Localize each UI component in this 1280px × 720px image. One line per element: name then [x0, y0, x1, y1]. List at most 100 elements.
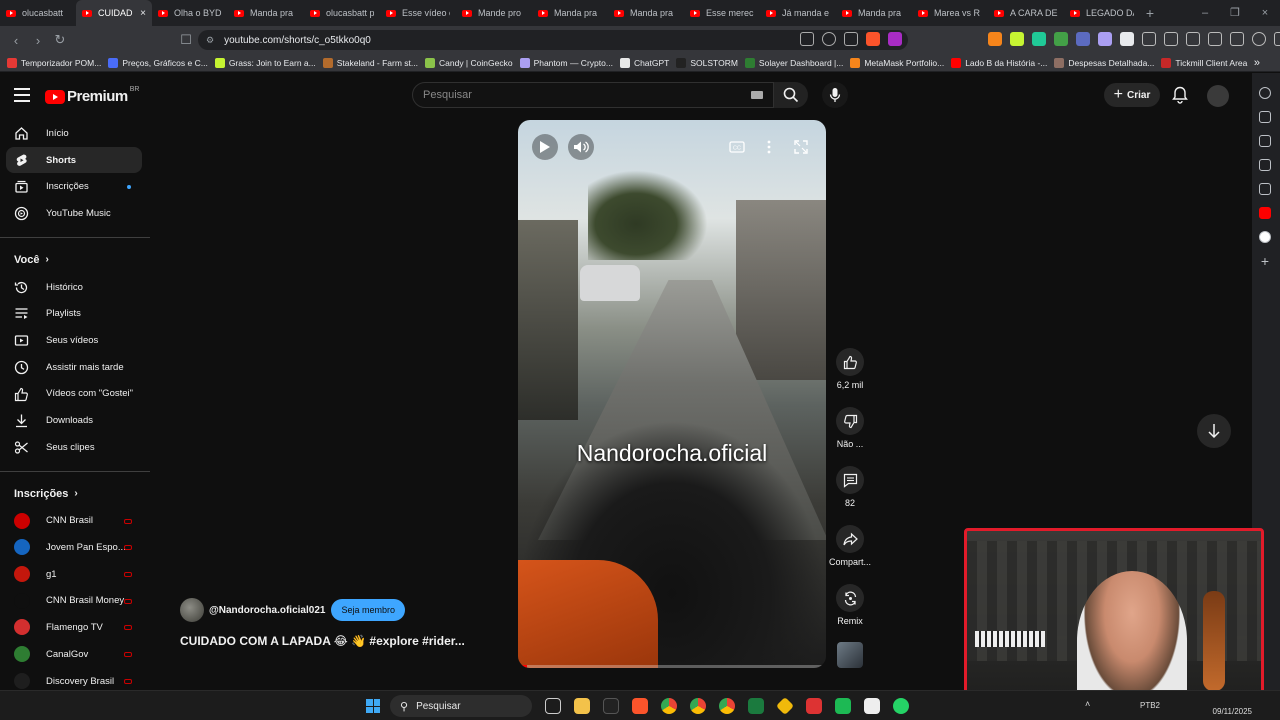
sidebar-item[interactable]: Histórico: [0, 274, 152, 301]
bookmark-item[interactable]: ChatGPT: [619, 57, 669, 68]
minimize-icon[interactable]: –: [1190, 0, 1220, 26]
puzzle-ext-icon[interactable]: [1142, 32, 1156, 46]
notifications-bell-icon[interactable]: [1172, 86, 1188, 109]
chrome-icon[interactable]: [690, 698, 706, 714]
bookmark-item[interactable]: Stakeland - Farm st...: [322, 57, 418, 68]
sound-thumbnail[interactable]: [837, 642, 863, 668]
browser-tab[interactable]: olucasbatt p: [304, 0, 380, 26]
vivaldi-icon[interactable]: [748, 698, 764, 714]
add-panel-icon[interactable]: +: [1259, 254, 1271, 268]
menu-kebab-icon[interactable]: [1274, 32, 1280, 46]
leo-ai-icon[interactable]: [1259, 87, 1271, 99]
sidebar-item[interactable]: Downloads: [0, 407, 152, 434]
subscriptions-section-header[interactable]: Inscrições ›: [0, 480, 152, 508]
bookmark-item[interactable]: SOLSTORM: [676, 57, 738, 68]
hamburger-menu-icon[interactable]: [14, 88, 30, 102]
browser-tab[interactable]: Manda pra: [836, 0, 912, 26]
history-panel-icon[interactable]: [1259, 159, 1271, 171]
bookmark-item[interactable]: Solayer Dashboard |...: [744, 57, 843, 68]
sidebar-item[interactable]: Playlists: [0, 300, 152, 327]
brave-browser-icon[interactable]: [632, 698, 648, 714]
reload-icon[interactable]: ↻: [50, 32, 70, 48]
diamond-ext-icon[interactable]: [1120, 32, 1134, 46]
browser-tab[interactable]: Marea vs R: [912, 0, 988, 26]
sidebar-item[interactable]: YouTube Music: [0, 200, 152, 227]
app-icon[interactable]: [835, 698, 851, 714]
video-progress-bar[interactable]: [518, 665, 826, 668]
brave-rewards-icon[interactable]: [888, 32, 902, 46]
maximize-icon[interactable]: ❐: [1220, 0, 1250, 26]
more-options-button[interactable]: [756, 134, 782, 160]
volume-button[interactable]: [568, 134, 594, 160]
browser-tab[interactable]: CUIDAD ×: [76, 0, 152, 26]
browser-tab[interactable]: Manda pra: [532, 0, 608, 26]
channel-avatar[interactable]: [180, 598, 204, 622]
chrome-icon[interactable]: [719, 698, 735, 714]
media-icon[interactable]: [1186, 32, 1200, 46]
app-icon[interactable]: [603, 698, 619, 714]
back-icon[interactable]: ‹: [6, 33, 26, 48]
bookmark-item[interactable]: Temporizador POM...: [7, 57, 101, 68]
site-info-icon[interactable]: ⚙: [206, 35, 214, 46]
app-icon[interactable]: [864, 698, 880, 714]
subscription-channel[interactable]: CNN Brasil: [0, 508, 152, 535]
sidebar-item[interactable]: Início: [0, 120, 152, 147]
browser-tab[interactable]: Mande pro: [456, 0, 532, 26]
fullscreen-button[interactable]: [788, 134, 814, 160]
new-tab-button[interactable]: +: [1140, 5, 1160, 21]
install-app-icon[interactable]: [800, 32, 814, 46]
sidepanel-icon[interactable]: [1208, 32, 1222, 46]
shield-ext-icon[interactable]: [1076, 32, 1090, 46]
share-button[interactable]: Compart...: [826, 525, 874, 567]
tray-chevron-icon[interactable]: ˄: [1085, 699, 1090, 709]
task-view-icon[interactable]: [545, 698, 561, 714]
bookmark-icon[interactable]: ☐: [176, 32, 196, 48]
grass-ext-icon[interactable]: [1010, 32, 1024, 46]
like-button[interactable]: 6,2 mil: [826, 348, 874, 390]
close-window-icon[interactable]: ×: [1250, 0, 1280, 26]
subscription-channel[interactable]: g1: [0, 561, 152, 588]
whatsapp-icon[interactable]: [893, 698, 909, 714]
close-tab-icon[interactable]: ×: [140, 8, 146, 19]
voice-search-button[interactable]: [822, 82, 848, 108]
bookmark-item[interactable]: Phantom — Crypto...: [519, 57, 613, 68]
bookmark-item[interactable]: Lado B da História -...: [951, 57, 1047, 68]
sidebar-item[interactable]: Seus clipes: [0, 434, 152, 461]
file-explorer-icon[interactable]: [574, 698, 590, 714]
green-ext-icon[interactable]: [1032, 32, 1046, 46]
browser-tab[interactable]: Já manda e: [760, 0, 836, 26]
browser-tab[interactable]: Olha o BYD: [152, 0, 228, 26]
more-bookmarks-icon[interactable]: »: [1254, 57, 1260, 69]
taskbar-search[interactable]: ⚲ Pesquisar: [390, 695, 532, 717]
w-ext-icon[interactable]: [1054, 32, 1068, 46]
join-member-button[interactable]: Seja membro: [331, 599, 405, 621]
sidebar-item[interactable]: Inscrições: [0, 173, 152, 200]
dislike-button[interactable]: Não ...: [826, 407, 874, 449]
create-button[interactable]: + Criar: [1104, 83, 1160, 107]
browser-tab[interactable]: Manda pra: [228, 0, 304, 26]
chrome-icon[interactable]: [661, 698, 677, 714]
bookmark-item[interactable]: Despesas Detalhada...: [1054, 57, 1154, 68]
keyboard-icon[interactable]: [751, 91, 763, 99]
next-short-button[interactable]: [1197, 414, 1231, 448]
binance-icon[interactable]: [775, 696, 795, 716]
captions-button[interactable]: CC: [724, 134, 750, 160]
subscription-channel[interactable]: CanalGov: [0, 641, 152, 668]
you-section-header[interactable]: Você ›: [0, 246, 152, 274]
shorts-video-player[interactable]: Nandorocha.oficial CC: [518, 120, 826, 668]
sidebar-item[interactable]: Assistir mais tarde: [0, 354, 152, 381]
youtube-panel-icon[interactable]: [1259, 207, 1271, 219]
sidebar-item[interactable]: Seus vídeos: [0, 327, 152, 354]
metamask-ext-icon[interactable]: [988, 32, 1002, 46]
subscription-channel[interactable]: Flamengo TV: [0, 614, 152, 641]
bookmark-item[interactable]: MetaMask Portfolio...: [850, 57, 944, 68]
app-icon[interactable]: [806, 698, 822, 714]
lens-icon[interactable]: [822, 32, 836, 46]
circle-panel-icon[interactable]: [1259, 231, 1271, 243]
browser-tab[interactable]: Esse vídeo é: [380, 0, 456, 26]
wallet-icon[interactable]: [1230, 32, 1244, 46]
brave-shield-icon[interactable]: [866, 32, 880, 46]
browser-tab[interactable]: olucasbatt: [0, 0, 76, 26]
reading-list-icon[interactable]: [1259, 111, 1271, 123]
video-caption[interactable]: CUIDADO COM A LAPADA 😂 👋 #explore #rider…: [180, 634, 465, 648]
